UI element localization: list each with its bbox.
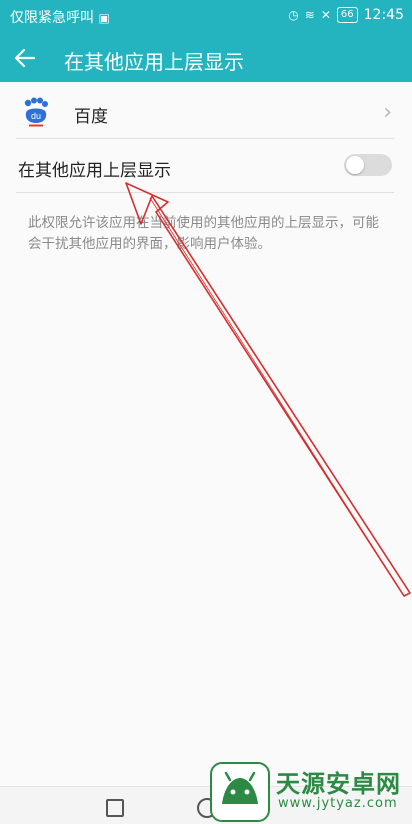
emergency-calls-text: 仅限紧急呼叫 — [10, 10, 94, 26]
overlay-permission-label: 在其他应用上层显示 — [18, 161, 171, 181]
status-right: ◷ ≋ ✕ 66 12:45 — [288, 7, 404, 23]
app-toolbar: 在其他应用上层显示 — [0, 34, 412, 82]
watermark: 天源安卓网 www.jytyaz.com — [210, 760, 406, 822]
clock-time: 12:45 — [363, 7, 404, 23]
watermark-title: 天源安卓网 — [276, 770, 401, 798]
signal-off-icon: ✕ — [320, 8, 331, 22]
baidu-icon-text: du — [31, 111, 41, 121]
android-logo-icon — [210, 762, 270, 822]
baidu-paw-icon: du — [22, 97, 50, 127]
page-title: 在其他应用上层显示 — [64, 50, 244, 74]
watermark-url: www.jytyaz.com — [278, 796, 398, 811]
divider — [16, 138, 394, 139]
wifi-icon: ≋ — [304, 8, 315, 22]
overlay-permission-row[interactable]: 在其他应用上层显示 — [0, 140, 412, 192]
app-name: 百度 — [74, 107, 108, 127]
recents-button[interactable] — [106, 799, 124, 817]
battery-icon: 66 — [336, 7, 358, 23]
overlay-permission-switch[interactable] — [344, 154, 392, 176]
divider — [16, 192, 394, 193]
status-bar: 仅限紧急呼叫 ▣ ◷ ≋ ✕ 66 12:45 — [0, 0, 412, 34]
back-arrow-icon[interactable] — [14, 42, 50, 74]
alarm-icon: ◷ — [288, 8, 299, 22]
sim-card-icon: ▣ — [98, 11, 110, 25]
switch-knob — [346, 156, 364, 174]
status-left-text: 仅限紧急呼叫 ▣ — [10, 7, 110, 27]
app-info-row[interactable]: du 百度 › — [0, 86, 412, 138]
permission-description: 此权限允许该应用在当前使用的其他应用的上层显示，可能会干扰其他应用的界面，影响用… — [28, 215, 379, 252]
chevron-right-icon: › — [383, 100, 392, 125]
